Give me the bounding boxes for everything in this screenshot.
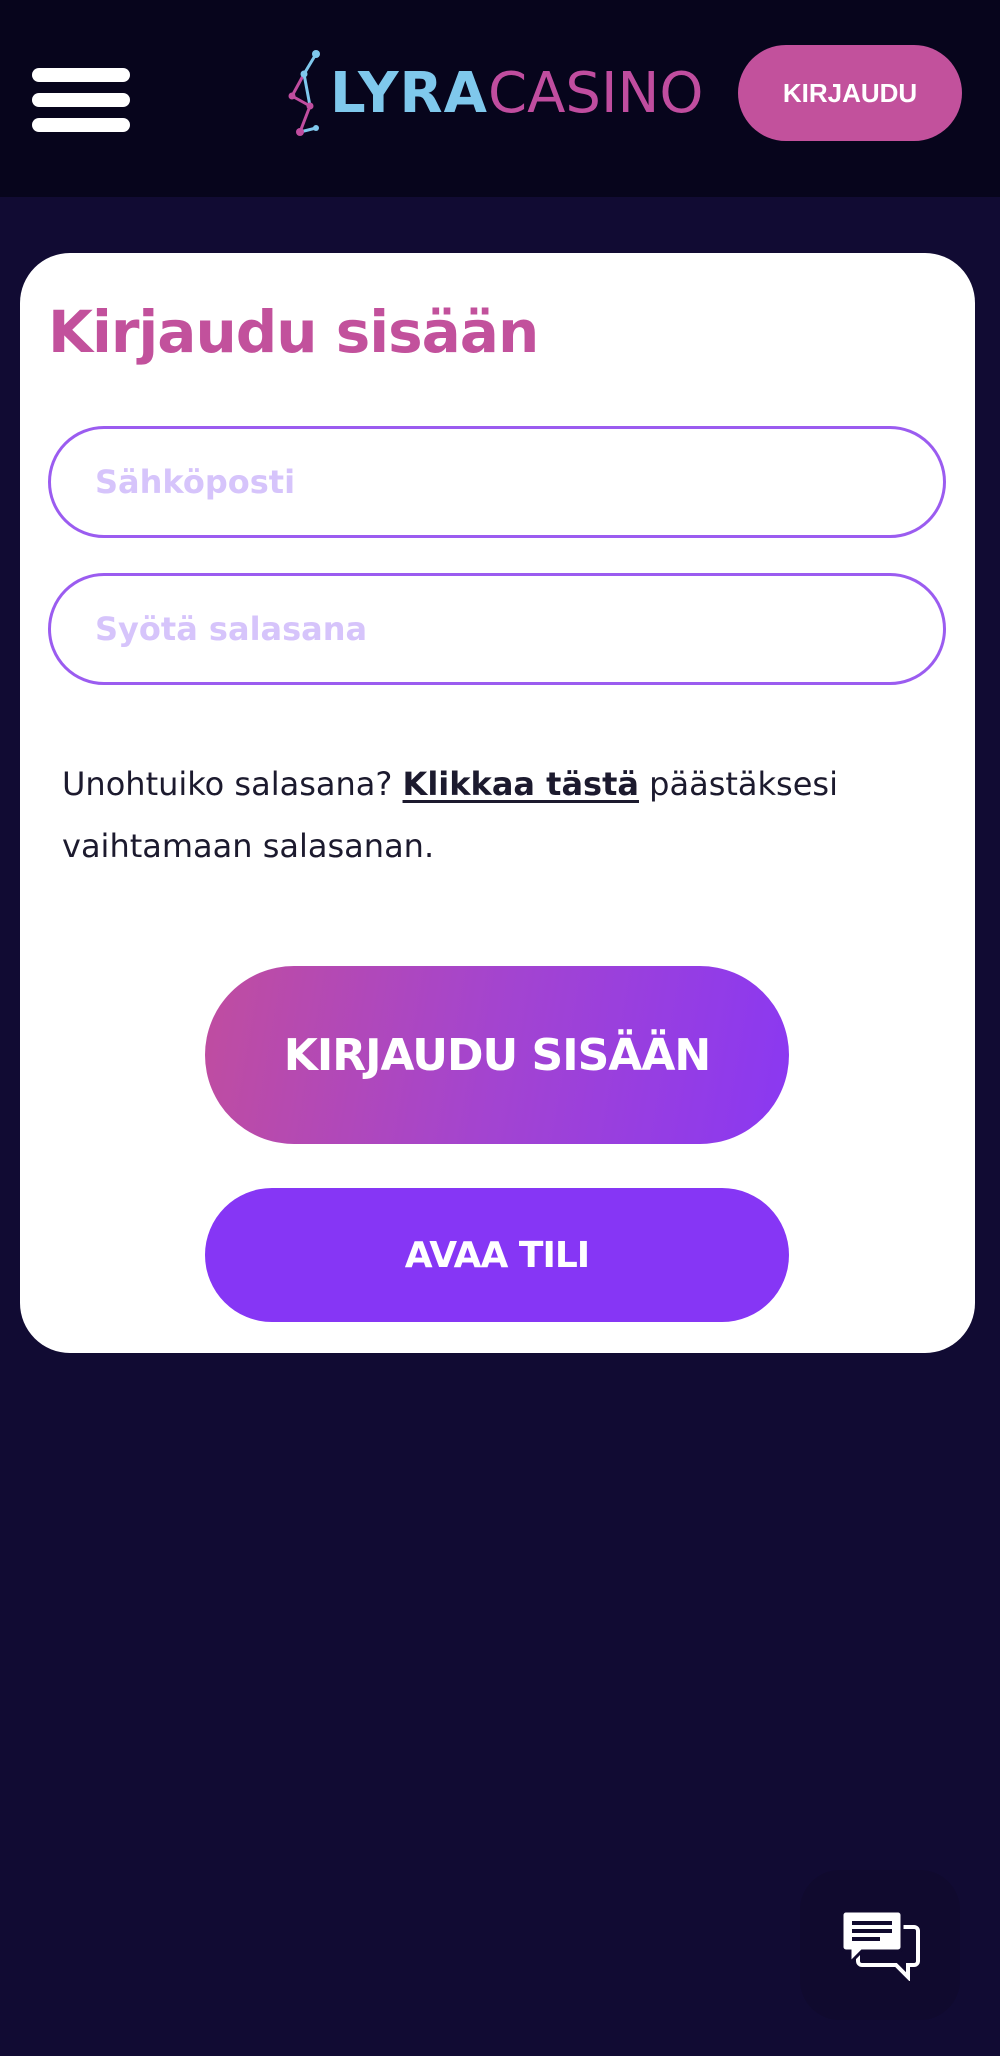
- hamburger-menu-icon[interactable]: [32, 68, 130, 132]
- forgot-prefix: Unohtuiko salasana?: [62, 765, 403, 803]
- lyra-constellation-icon: [288, 50, 320, 136]
- logo-lyra-text: LYRA: [330, 61, 488, 126]
- hamburger-line: [32, 68, 130, 82]
- open-account-button[interactable]: AVAA TILI: [205, 1188, 789, 1322]
- email-input[interactable]: [48, 426, 946, 538]
- site-header: LYRACASINO KIRJAUDU: [0, 0, 1000, 197]
- login-card: Kirjaudu sisään Unohtuiko salasana? Klik…: [20, 253, 975, 1353]
- site-logo[interactable]: LYRACASINO: [286, 48, 711, 140]
- forgot-password-link[interactable]: Klikkaa tästä: [403, 765, 639, 803]
- login-submit-button[interactable]: KIRJAUDU SISÄÄN: [205, 966, 789, 1144]
- chat-button[interactable]: [800, 1870, 960, 2020]
- hamburger-line: [32, 93, 130, 107]
- chat-bubbles-icon: [840, 1909, 920, 1981]
- password-input[interactable]: [48, 573, 946, 685]
- login-title: Kirjaudu sisään: [48, 298, 539, 366]
- hamburger-line: [32, 118, 130, 132]
- header-login-button[interactable]: KIRJAUDU: [738, 45, 962, 141]
- forgot-password-text: Unohtuiko salasana? Klikkaa tästä päästä…: [62, 753, 882, 877]
- logo-casino-text: CASINO: [487, 61, 704, 126]
- logo-wordmark: LYRACASINO: [330, 66, 703, 122]
